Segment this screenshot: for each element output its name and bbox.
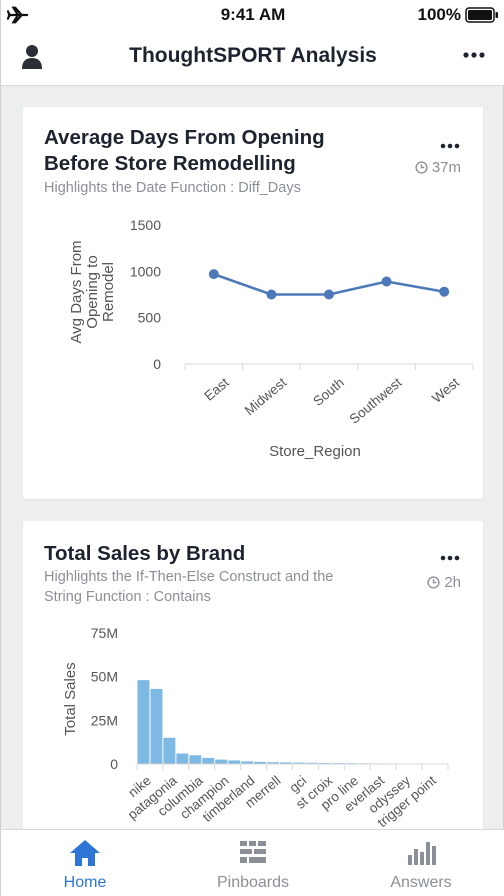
line-chart: 1500 1000 500 0 East Midwest South Southwest Wes… — [68, 217, 474, 460]
bar — [202, 757, 215, 764]
data-point — [381, 276, 392, 287]
tab-label: Pinboards — [216, 874, 290, 891]
y-tick-label: 0 — [110, 756, 118, 772]
y-axis-title-line: Remodel — [100, 262, 117, 322]
tab-home[interactable]: Home — [1, 830, 169, 896]
x-tick-label: Southwest — [347, 375, 405, 427]
tab-label: Home — [63, 874, 107, 891]
bar — [189, 755, 202, 764]
tab-answers[interactable]: Answers — [337, 830, 504, 896]
x-tick-label: Midwest — [242, 375, 290, 418]
bar — [176, 753, 189, 764]
y-tick-label: 1000 — [130, 263, 161, 279]
bar-chart: 75M50M25M0nikepatagoniacolumbiachampiont… — [62, 625, 449, 830]
x-tick-label: West — [429, 375, 462, 406]
y-axis-title: Total Sales — [62, 662, 79, 735]
y-tick-label: 25M — [91, 712, 118, 728]
y-tick-label: 0 — [153, 356, 161, 372]
bar — [228, 760, 241, 764]
screen: 9:41 AM 100% ThoughtSPORT Analysis Avera… — [0, 0, 504, 896]
data-point — [324, 289, 334, 300]
battery-percent: 100% — [417, 5, 461, 24]
y-axis-title: Avg Days From Opening to Remodel — [68, 240, 117, 343]
answers-icon — [408, 842, 436, 865]
bar — [163, 737, 176, 764]
battery-icon — [465, 7, 498, 23]
answer-card-remodel[interactable]: Average Days From Opening Before Store R… — [23, 107, 483, 499]
pinboards-icon — [240, 841, 266, 863]
x-tick-label: East — [201, 375, 232, 404]
y-tick-label: 50M — [91, 669, 118, 685]
status-bar: 9:41 AM 100% — [1, 0, 504, 30]
app-bar: ThoughtSPORT Analysis — [1, 30, 504, 86]
answer-card-sales[interactable]: Total Sales by Brand Highlights the If-T… — [23, 521, 483, 841]
x-tick-label: South — [310, 375, 347, 409]
data-point — [208, 269, 219, 280]
data-point — [439, 286, 450, 297]
tab-bar: Home Pinboards Answers — [1, 829, 504, 896]
bar — [215, 759, 228, 764]
y-axis-title-line: Opening to — [84, 255, 101, 328]
y-tick-label: 1500 — [130, 217, 161, 233]
y-tick-label: 75M — [91, 625, 118, 641]
tab-label: Answers — [390, 874, 452, 891]
bar — [137, 680, 150, 764]
more-options-icon[interactable] — [461, 42, 487, 68]
x-axis-title: Store_Region — [269, 443, 361, 460]
home-icon — [70, 840, 100, 866]
app-title: ThoughtSPORT Analysis — [129, 44, 377, 67]
y-axis-title-line: Avg Days From — [68, 240, 85, 343]
y-tick-label: 500 — [138, 310, 162, 326]
bar — [150, 688, 163, 764]
data-point — [266, 289, 277, 300]
tab-pinboards[interactable]: Pinboards — [169, 830, 337, 896]
